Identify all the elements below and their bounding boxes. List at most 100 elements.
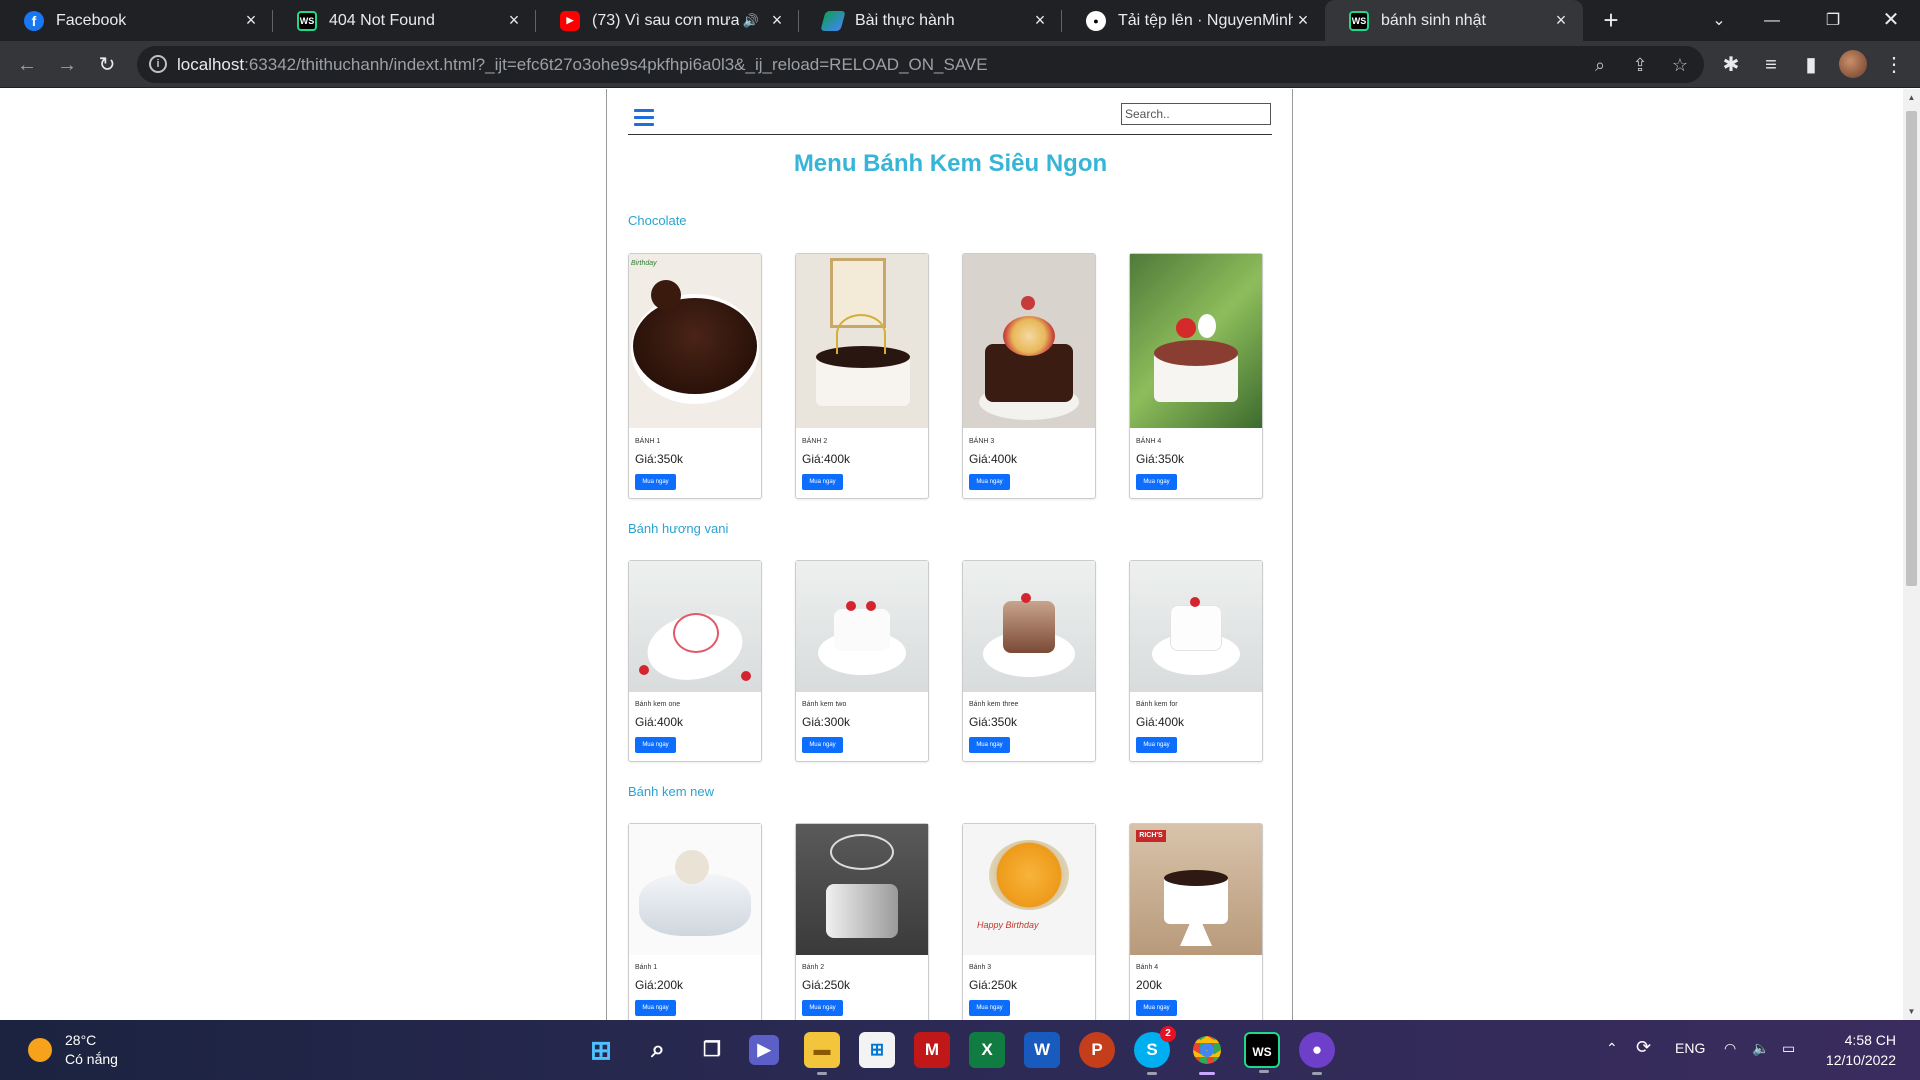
buy-now-button[interactable]: Mua ngay bbox=[1136, 474, 1177, 490]
back-button[interactable]: ← bbox=[12, 50, 42, 80]
tab-title: 404 Not Found bbox=[329, 11, 435, 29]
buy-now-button[interactable]: Mua ngay bbox=[1136, 737, 1177, 753]
search-icon[interactable]: ⌕ bbox=[640, 1032, 676, 1068]
profile-avatar[interactable] bbox=[1839, 50, 1867, 78]
wifi-icon[interactable]: ◠ bbox=[1724, 1040, 1736, 1057]
product-price: Giá:350k bbox=[1136, 452, 1185, 466]
skype-icon[interactable]: S2 bbox=[1134, 1026, 1176, 1075]
close-icon[interactable]: × bbox=[1293, 10, 1313, 31]
buy-now-button[interactable]: Mua ngay bbox=[1136, 1000, 1177, 1016]
new-tab-button[interactable]: + bbox=[1596, 6, 1626, 36]
tab-404[interactable]: WS 404 Not Found × bbox=[273, 0, 536, 41]
share-icon[interactable]: ⇪ bbox=[1627, 52, 1653, 78]
buy-now-button[interactable]: Mua ngay bbox=[969, 474, 1010, 490]
extensions-icon[interactable]: ✱ bbox=[1716, 50, 1746, 80]
close-icon[interactable]: × bbox=[504, 10, 524, 31]
page-scrollbar[interactable]: ▲ ▼ bbox=[1903, 89, 1920, 1020]
cake-image bbox=[796, 561, 928, 692]
weather-description[interactable]: Có nắng bbox=[65, 1051, 118, 1067]
media-control-icon[interactable]: ≡ bbox=[1756, 50, 1786, 80]
close-icon[interactable]: × bbox=[1030, 10, 1050, 31]
tab-classroom[interactable]: Bài thực hành × bbox=[799, 0, 1062, 41]
excel-icon[interactable]: X bbox=[969, 1032, 1005, 1068]
buy-now-button[interactable]: Mua ngay bbox=[802, 1000, 843, 1016]
buy-now-button[interactable]: Mua ngay bbox=[635, 1000, 676, 1016]
tab-banh-sinh-nhat[interactable]: WS bánh sinh nhật × bbox=[1325, 0, 1583, 41]
mcafee-icon[interactable]: M bbox=[914, 1032, 950, 1068]
webstorm-icon[interactable]: WS bbox=[1244, 1032, 1280, 1073]
product-name: Bánh 1 bbox=[635, 964, 658, 971]
url-path: :63342/thithuchanh/indext.html?_ijt=efc6… bbox=[244, 55, 988, 74]
buy-now-button[interactable]: Mua ngay bbox=[969, 1000, 1010, 1016]
window-close-button[interactable]: ✕ bbox=[1866, 0, 1916, 41]
search-input[interactable] bbox=[1121, 103, 1271, 125]
tab-search-icon[interactable]: ⌄ bbox=[1694, 0, 1744, 41]
chrome-icon[interactable] bbox=[1189, 1032, 1225, 1075]
reload-button[interactable]: ↻ bbox=[92, 50, 122, 80]
bookmark-star-icon[interactable]: ☆ bbox=[1667, 52, 1693, 78]
side-panel-icon[interactable]: ▮ bbox=[1796, 50, 1826, 80]
address-bar[interactable]: i localhost:63342/thithuchanh/indext.htm… bbox=[137, 46, 1704, 83]
file-explorer-icon[interactable]: ▬ bbox=[804, 1032, 840, 1075]
scroll-up-icon[interactable]: ▲ bbox=[1903, 89, 1920, 106]
close-icon[interactable]: × bbox=[1551, 10, 1571, 31]
category-title-vani: Bánh hương vani bbox=[628, 521, 729, 536]
buy-now-button[interactable]: Mua ngay bbox=[802, 474, 843, 490]
product-name: Bánh 2 bbox=[802, 964, 825, 971]
webstorm-icon: WS bbox=[297, 10, 317, 31]
product-card: RICH'S Bánh 4 200k Mua ngay bbox=[1129, 823, 1263, 1020]
restore-button[interactable]: ❐ bbox=[1808, 0, 1858, 41]
battery-icon[interactable]: ▭ bbox=[1782, 1040, 1795, 1057]
microsoft-store-icon[interactable]: ⊞ bbox=[859, 1032, 895, 1068]
product-price: Giá:250k bbox=[802, 978, 851, 992]
input-language[interactable]: ENG bbox=[1675, 1040, 1705, 1056]
volume-icon[interactable]: 🔈 bbox=[1752, 1040, 1769, 1057]
site-info-icon[interactable]: i bbox=[149, 55, 167, 73]
weather-temperature[interactable]: 28°C bbox=[65, 1032, 96, 1048]
product-price: Giá:400k bbox=[969, 452, 1018, 466]
cake-image: Birthday bbox=[629, 254, 761, 428]
scrollbar-thumb[interactable] bbox=[1906, 111, 1917, 586]
cake-image bbox=[629, 824, 761, 955]
weather-sun-icon[interactable] bbox=[28, 1038, 52, 1062]
close-icon[interactable]: × bbox=[241, 10, 261, 31]
tray-overflow-icon[interactable]: ⌃ bbox=[1606, 1040, 1618, 1057]
product-price: Giá:200k bbox=[635, 978, 684, 992]
word-icon[interactable]: W bbox=[1024, 1032, 1060, 1068]
running-indicator bbox=[1147, 1072, 1157, 1075]
tab-facebook[interactable]: f Facebook × bbox=[0, 0, 273, 41]
tab-strip: f Facebook × WS 404 Not Found × ▶ (73) V… bbox=[0, 0, 1920, 41]
close-icon[interactable]: × bbox=[767, 10, 787, 31]
product-price: Giá:350k bbox=[969, 715, 1018, 729]
sync-icon[interactable]: ⟳ bbox=[1636, 1037, 1651, 1058]
product-card: Bánh 1 Giá:200k Mua ngay bbox=[628, 823, 762, 1020]
system-clock[interactable]: 4:58 CH 12/10/2022 bbox=[1822, 1030, 1896, 1070]
task-view-icon[interactable]: ❐ bbox=[694, 1032, 730, 1068]
teams-chat-icon[interactable]: ▶ bbox=[749, 1035, 779, 1065]
scroll-down-icon[interactable]: ▼ bbox=[1903, 1003, 1920, 1020]
audio-playing-icon[interactable]: 🔊 bbox=[743, 13, 759, 29]
zoom-icon[interactable]: ⌕ bbox=[1587, 52, 1613, 78]
url-text[interactable]: localhost:63342/thithuchanh/indext.html?… bbox=[177, 55, 988, 75]
buy-now-button[interactable]: Mua ngay bbox=[969, 737, 1010, 753]
github-desktop-icon[interactable]: ● bbox=[1299, 1032, 1335, 1075]
tab-github[interactable]: ● Tải tệp lên · NguyenMinhD × bbox=[1062, 0, 1325, 41]
windows-start-icon[interactable]: ⊞ bbox=[583, 1032, 619, 1068]
navbar bbox=[628, 89, 1272, 135]
google-classroom-icon bbox=[820, 10, 846, 31]
running-indicator bbox=[1199, 1072, 1215, 1075]
powerpoint-icon[interactable]: P bbox=[1079, 1032, 1115, 1068]
url-host: localhost bbox=[177, 55, 245, 74]
buy-now-button[interactable]: Mua ngay bbox=[635, 737, 676, 753]
buy-now-button[interactable]: Mua ngay bbox=[802, 737, 843, 753]
cake-image: RICH'S bbox=[1130, 824, 1262, 955]
hamburger-menu-icon[interactable] bbox=[634, 109, 654, 130]
page-viewport: Menu Bánh Kem Siêu Ngon Chocolate Birthd… bbox=[0, 89, 1903, 1020]
menu-kebab-icon[interactable]: ⋮ bbox=[1879, 50, 1909, 80]
buy-now-button[interactable]: Mua ngay bbox=[635, 474, 676, 490]
forward-button[interactable]: → bbox=[52, 50, 82, 80]
product-card: BÁNH 3 Giá:400k Mua ngay bbox=[962, 253, 1096, 499]
minimize-button[interactable]: — bbox=[1747, 0, 1797, 41]
tab-youtube[interactable]: ▶ (73) Vì sau cơn mưa đê 🔊 × bbox=[536, 0, 799, 41]
cake-image bbox=[963, 561, 1095, 692]
